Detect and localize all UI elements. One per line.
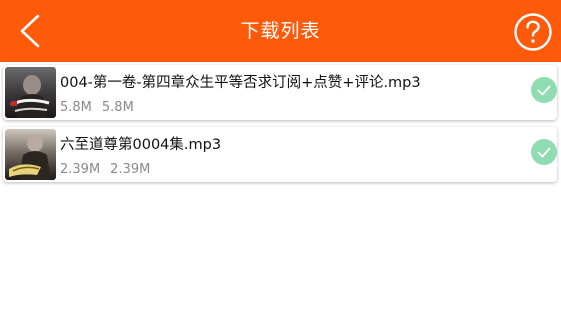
- download-item[interactable]: 004-第一卷-第四章众生平等否求订阅+点赞+评论.mp3 5.8M 5.8M: [3, 65, 557, 120]
- downloaded-size: 5.8M: [60, 100, 92, 115]
- total-size: 2.39M: [110, 162, 151, 177]
- question-circle-icon: [514, 13, 552, 51]
- file-size: 5.8M 5.8M: [60, 100, 134, 115]
- cover-thumbnail: [5, 67, 56, 118]
- check-circle-icon: [537, 85, 551, 96]
- help-button[interactable]: [513, 12, 553, 52]
- file-size: 2.39M 2.39M: [60, 162, 150, 177]
- check-circle-icon: [537, 147, 551, 158]
- downloaded-size: 2.39M: [60, 162, 101, 177]
- header-bar: 下载列表: [0, 0, 561, 62]
- total-size: 5.8M: [101, 100, 134, 115]
- download-complete-button[interactable]: [531, 77, 557, 103]
- download-complete-button[interactable]: [531, 139, 557, 165]
- cover-thumbnail: [5, 129, 56, 180]
- page-title: 下载列表: [240, 20, 321, 42]
- file-name: 六至道尊第0004集.mp3: [60, 137, 222, 153]
- file-name: 004-第一卷-第四章众生平等否求订阅+点赞+评论.mp3: [60, 75, 421, 91]
- download-item[interactable]: 六至道尊第0004集.mp3 2.39M 2.39M: [3, 127, 557, 182]
